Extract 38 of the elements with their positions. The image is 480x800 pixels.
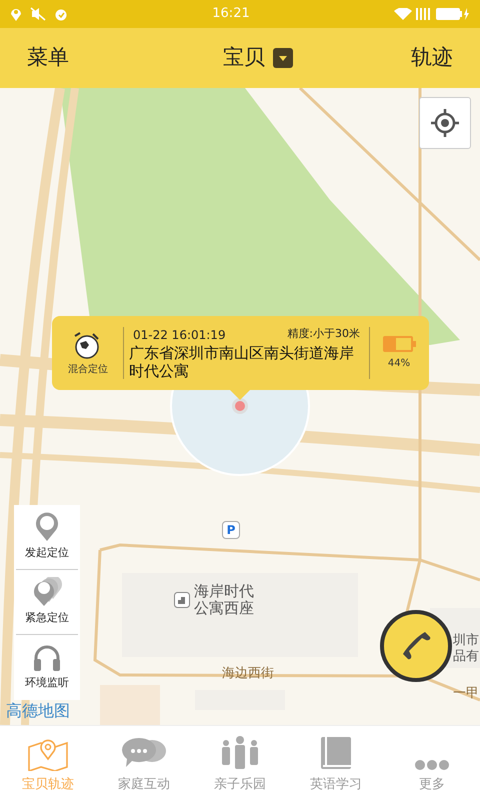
- child-selector[interactable]: 宝贝: [223, 42, 293, 74]
- street-label: 海边西街: [222, 666, 274, 682]
- location-time: 01-22 16:01:19: [133, 327, 226, 344]
- battery-tip: [412, 340, 416, 346]
- side-action-button[interactable]: 发起定位: [16, 505, 78, 570]
- street-label: 一甲: [453, 686, 479, 702]
- signal-icon: [416, 8, 432, 20]
- building-icon: [174, 592, 190, 608]
- more-icon: [414, 758, 450, 770]
- crosshair-icon: [431, 109, 459, 137]
- status-time: 16:21: [212, 5, 250, 24]
- parking-sign: P: [222, 521, 240, 539]
- dropdown-icon: [273, 48, 293, 68]
- headphones-icon: [32, 644, 62, 672]
- location-mode: 混合定位: [68, 362, 108, 376]
- map-label: 海岸时代公寓西座: [194, 583, 255, 617]
- map-pin-icon: [27, 736, 69, 770]
- card-pointer: [230, 390, 250, 400]
- pin-icon: [34, 512, 60, 542]
- people-icon: [220, 734, 260, 770]
- map-logo: 高德地图: [6, 702, 70, 720]
- location-icon: [10, 7, 22, 21]
- accuracy-text: 精度:小于30米: [287, 326, 360, 342]
- battery-charging-icon: [436, 8, 470, 20]
- address-text: 广东省深圳市南山区南头街道海岸时代公寓: [129, 344, 355, 380]
- map-label: 圳市: [453, 633, 479, 649]
- mute-icon: [30, 7, 46, 21]
- pins-icon: [31, 577, 63, 608]
- wifi-icon: [394, 8, 412, 20]
- side-action-button[interactable]: 环境监听: [16, 635, 78, 700]
- side-action-button[interactable]: 紧急定位: [16, 570, 78, 635]
- track-button[interactable]: 轨迹: [411, 42, 453, 74]
- menu-button[interactable]: 菜单: [27, 42, 69, 74]
- map-view[interactable]: P 海岸时代公寓西座 海边西街 圳市 品有 一甲 混合定位 01-22 16:01:19 精度:小于30米 广东省深圳市南山区南头街道海岸时代公寓 44% 发起定位 紧急定位 环境监听 高德地图: [0, 88, 480, 725]
- battery-reading: 44%: [388, 356, 410, 370]
- book-icon: [319, 734, 353, 770]
- map-label: 品有: [453, 649, 479, 665]
- locate-button[interactable]: [419, 97, 471, 149]
